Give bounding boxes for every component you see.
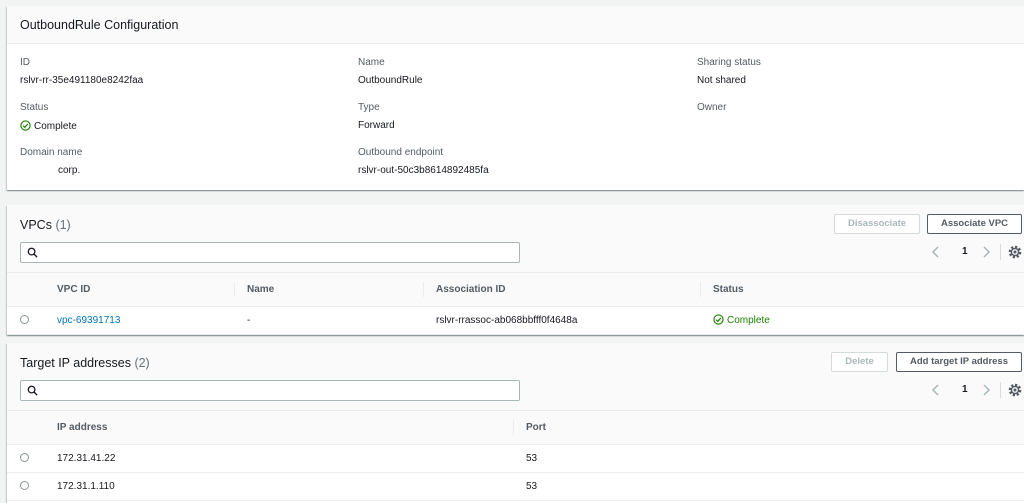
table-row[interactable]: vpc-69391713 - rslvr-rrassoc-ab068bbfff0… — [7, 306, 1024, 335]
column-header-vpc-id[interactable]: VPC ID — [44, 273, 234, 307]
table-row[interactable]: 172.31.1.110 53 — [7, 472, 1024, 501]
outbound-endpoint-label: Outbound endpoint — [358, 147, 444, 158]
vpcs-pagination: 1 — [929, 243, 1024, 263]
domain-name-label: Domain name — [20, 147, 83, 158]
vpc-id-cell: vpc-69391713 — [44, 306, 234, 335]
sharing-status-value: Not shared — [697, 75, 746, 86]
ip-address-cell: 172.31.1.110 — [44, 472, 513, 501]
associate-vpc-button[interactable]: Associate VPC — [927, 214, 1022, 234]
vpcs-title-text: VPCs — [20, 218, 52, 232]
targets-pagination: 1 — [929, 381, 1024, 401]
name-value: OutboundRule — [358, 75, 423, 86]
targets-title-text: Target IP addresses — [20, 356, 131, 370]
table-header-row: IP address Port — [7, 411, 1024, 445]
row-select-cell — [7, 306, 44, 335]
search-icon — [27, 247, 38, 258]
row-radio[interactable] — [20, 453, 29, 463]
owner-label: Owner — [697, 102, 727, 113]
name-label: Name — [358, 57, 385, 68]
select-column-header — [7, 411, 44, 445]
type-label: Type — [358, 102, 380, 113]
column-header-name[interactable]: Name — [234, 273, 423, 307]
vpcs-header: VPCs (1) Disassociate Associate VPC 1 — [7, 205, 1024, 273]
gear-icon[interactable] — [1007, 382, 1023, 398]
chevron-right-icon[interactable] — [979, 245, 993, 259]
panel-title: OutboundRule Configuration — [20, 18, 179, 32]
column-header-status[interactable]: Status — [700, 273, 1024, 307]
check-circle-icon — [20, 120, 31, 131]
select-column-header — [7, 273, 44, 307]
id-field: ID rslvr-rr-35e491180e8242faa — [20, 57, 143, 86]
association-id-cell: rslvr-rrassoc-ab068bbfff0f4648a — [423, 306, 700, 335]
name-field: Name OutboundRule — [358, 57, 423, 86]
owner-field: Owner — [697, 102, 726, 113]
search-icon — [27, 385, 38, 396]
type-value: Forward — [358, 120, 395, 131]
table-row[interactable]: 172.31.41.22 53 — [7, 444, 1024, 473]
row-radio[interactable] — [20, 315, 29, 325]
targets-search-input[interactable] — [20, 380, 520, 401]
type-field: Type Forward — [358, 102, 395, 131]
status-cell: Complete — [700, 306, 1024, 335]
vpcs-panel: VPCs (1) Disassociate Associate VPC 1 VP… — [7, 205, 1024, 335]
targets-count: (2) — [134, 356, 150, 370]
pager-divider — [1000, 382, 1001, 398]
name-cell: - — [234, 306, 423, 335]
disassociate-button[interactable]: Disassociate — [834, 214, 920, 234]
status-value-wrap: Complete — [20, 120, 77, 132]
row-status-text: Complete — [727, 315, 770, 326]
targets-title: Target IP addresses (2) — [20, 356, 150, 370]
check-circle-icon — [713, 314, 724, 325]
status-value: Complete — [34, 121, 77, 132]
vpcs-search-input[interactable] — [20, 242, 520, 263]
ip-address-cell: 172.31.41.22 — [44, 444, 513, 473]
panel-header: OutboundRule Configuration — [7, 6, 1024, 44]
row-radio[interactable] — [20, 481, 29, 491]
target-ip-addresses-panel: Target IP addresses (2) Delete Add targe… — [7, 343, 1024, 503]
sharing-status-field: Sharing status Not shared — [697, 57, 761, 86]
targets-page-number[interactable]: 1 — [962, 384, 968, 395]
sharing-status-label: Sharing status — [697, 57, 761, 68]
chevron-right-icon[interactable] — [979, 383, 993, 397]
id-label: ID — [20, 57, 30, 68]
delete-button[interactable]: Delete — [831, 352, 888, 372]
domain-name-value: corp. — [58, 165, 81, 176]
outbound-endpoint-value: rslvr-out-50c3b8614892485fa — [358, 165, 489, 176]
rule-configuration-panel: OutboundRule Configuration ID rslvr-rr-3… — [7, 6, 1024, 190]
row-select-cell — [7, 444, 44, 473]
outbound-endpoint-field: Outbound endpoint rslvr-out-50c3b8614892… — [358, 147, 489, 176]
column-header-association-id[interactable]: Association ID — [423, 273, 700, 307]
vpcs-page-number[interactable]: 1 — [962, 246, 968, 257]
targets-header: Target IP addresses (2) Delete Add targe… — [7, 343, 1024, 411]
column-header-port[interactable]: Port — [513, 411, 1024, 445]
vpcs-table: VPC ID Name Association ID Status vpc-69… — [7, 273, 1024, 335]
status-label: Status — [20, 102, 49, 113]
port-cell: 53 — [513, 444, 1024, 473]
id-value: rslvr-rr-35e491180e8242faa — [20, 75, 144, 86]
status-field: Status Complete — [20, 102, 77, 132]
vpc-id-link[interactable]: vpc-69391713 — [57, 315, 120, 326]
vpcs-title: VPCs (1) — [20, 218, 71, 232]
chevron-left-icon[interactable] — [929, 245, 943, 259]
row-select-cell — [7, 472, 44, 501]
gear-icon[interactable] — [1007, 244, 1023, 260]
table-header-row: VPC ID Name Association ID Status — [7, 273, 1024, 307]
column-header-ip-address[interactable]: IP address — [44, 411, 513, 445]
chevron-left-icon[interactable] — [929, 383, 943, 397]
domain-name-field: Domain name corp. — [20, 147, 82, 176]
pager-divider — [1000, 244, 1001, 260]
vpcs-count: (1) — [55, 218, 71, 232]
add-target-ip-button[interactable]: Add target IP address — [896, 352, 1022, 372]
targets-table: IP address Port 172.31.41.22 53 172.31.1… — [7, 411, 1024, 501]
port-cell: 53 — [513, 472, 1024, 501]
